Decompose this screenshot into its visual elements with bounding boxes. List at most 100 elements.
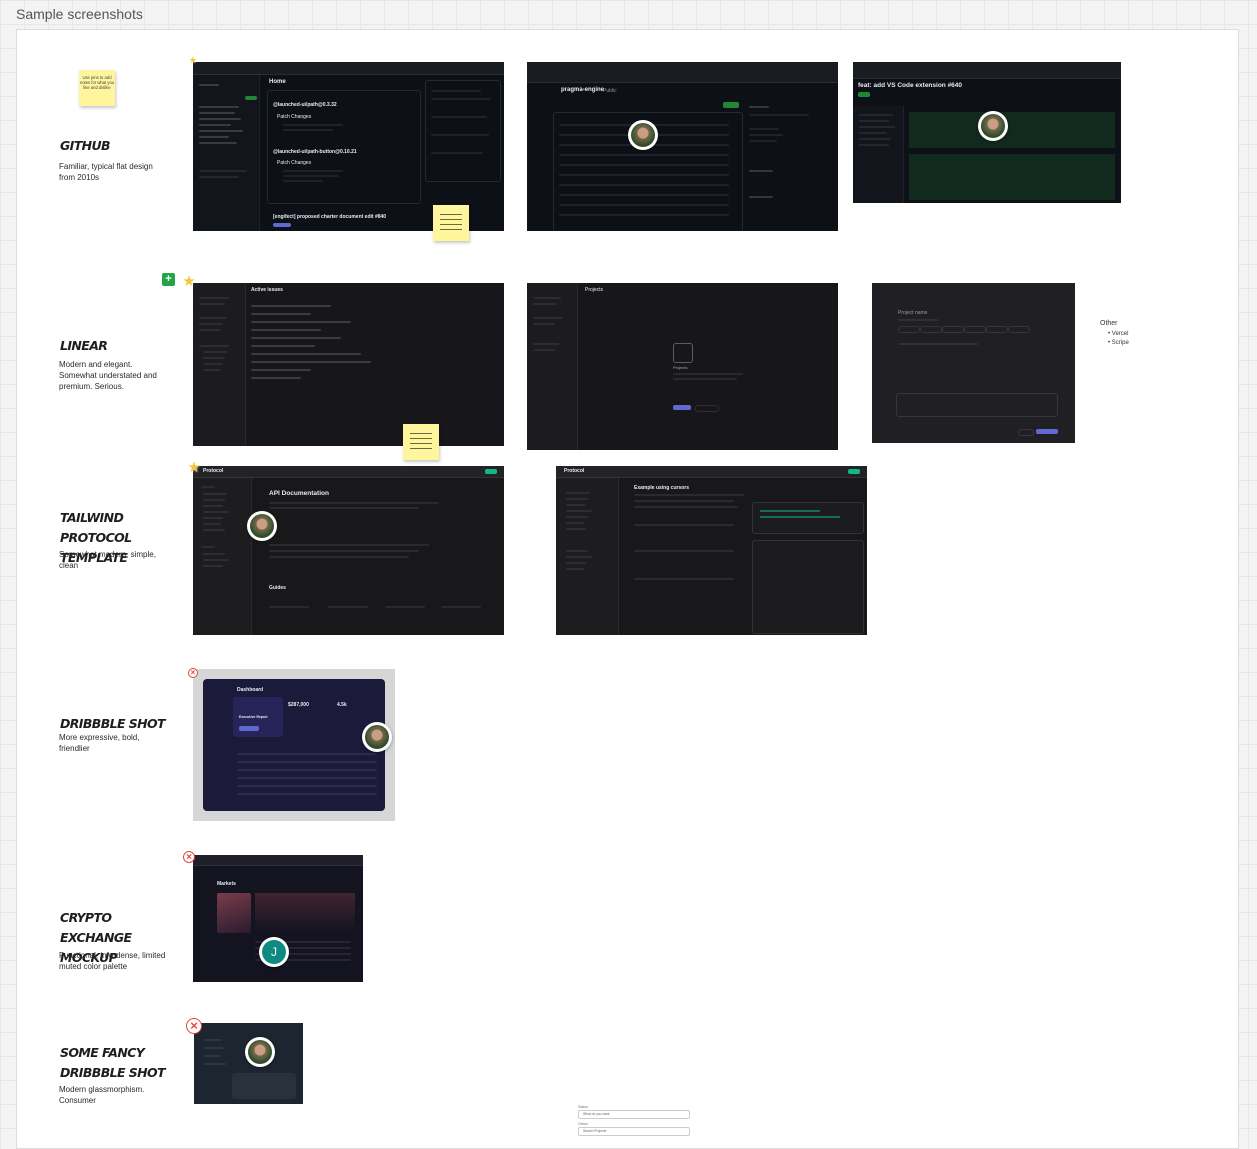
sidebar-item[interactable] [203,357,225,359]
brand-name[interactable]: Protocol [203,468,223,474]
instruction-sticky-note[interactable]: Use pins to add notes for what you like … [79,70,115,106]
plus-icon[interactable]: + [162,273,175,286]
table-row[interactable] [237,777,377,779]
sidebar-item[interactable] [566,504,586,506]
tree-item[interactable] [859,126,895,128]
screenshot-tailwind-pagination[interactable]: Protocol Example using cursors [556,466,867,635]
sidebar-item[interactable] [203,499,225,501]
sidebar-item[interactable] [566,498,588,500]
sidebar-item[interactable] [566,550,588,552]
comment-avatar[interactable] [247,511,277,541]
file-row[interactable] [559,164,729,166]
property-chip[interactable] [898,326,920,333]
sidebar-item[interactable] [566,510,592,512]
featured-card[interactable] [217,893,251,933]
sidebar-item[interactable] [203,369,221,371]
table-row[interactable] [237,761,377,763]
sign-in-button[interactable] [848,469,860,474]
sidebar-item[interactable] [203,505,223,507]
sidebar-item[interactable] [203,517,223,519]
sidebar-item[interactable] [199,323,223,325]
cancel-button[interactable] [1018,429,1034,436]
tree-item[interactable] [859,144,889,146]
sticky-note[interactable] [433,205,469,241]
issue-row[interactable] [251,361,371,363]
x-circle-icon[interactable]: × [183,851,195,863]
comment-avatar[interactable]: J [259,937,289,967]
sidebar-item[interactable] [566,528,586,530]
sticky-note[interactable] [403,424,439,460]
sidebar-item[interactable] [199,297,229,299]
screenshot-tailwind-api[interactable]: Protocol API Documentation Guides [193,466,504,635]
table-row[interactable] [237,769,377,771]
sidebar-item[interactable] [203,351,227,353]
sidebar-item[interactable] [204,1047,224,1049]
comment-avatar[interactable] [628,120,658,150]
file-row[interactable] [559,204,729,206]
issue-row[interactable] [251,369,311,371]
sidebar-item[interactable] [203,523,221,525]
sidebar-item[interactable] [203,363,223,365]
comment-avatar[interactable] [978,111,1008,141]
create-project-button[interactable] [1036,429,1058,434]
sidebar-item[interactable] [533,317,563,319]
sidebar-item[interactable] [201,486,215,488]
new-button[interactable] [245,96,257,100]
file-row[interactable] [559,154,729,156]
property-chip[interactable] [920,326,942,333]
tree-item[interactable] [859,114,893,116]
star-icon[interactable]: ★ [186,460,202,476]
issue-row[interactable] [251,313,311,315]
sidebar-item[interactable] [566,562,586,564]
sidebar-item[interactable] [203,529,225,531]
tree-item[interactable] [859,120,889,122]
sign-in-button[interactable] [485,469,497,474]
file-row[interactable] [559,194,729,196]
sidebar-item[interactable] [199,345,229,347]
dropdown-select[interactable]: What do you want [578,1110,690,1119]
sidebar-item[interactable] [204,1063,226,1065]
sidebar-item[interactable] [203,553,225,555]
comment-avatar[interactable] [245,1037,275,1067]
issue-row[interactable] [251,353,361,355]
comment-avatar[interactable] [362,722,392,752]
pr-title[interactable]: [engifect] proposed charter document edi… [273,214,386,220]
issue-row[interactable] [251,305,331,307]
guide-card[interactable] [328,606,368,608]
property-chip[interactable] [1008,326,1030,333]
issue-row[interactable] [251,321,351,323]
sidebar-item[interactable] [533,343,559,345]
sidebar-item[interactable] [203,511,229,513]
sidebar-item[interactable] [533,303,557,305]
star-icon[interactable]: ★ [181,274,197,290]
guide-card[interactable] [385,606,425,608]
screenshot-linear-projects[interactable]: Projects Projects [527,283,838,450]
sidebar-item[interactable] [199,329,221,331]
file-row[interactable] [559,214,729,216]
tree-item[interactable] [859,138,891,140]
sidebar-item[interactable] [566,568,584,570]
sidebar-item[interactable] [566,492,590,494]
code-button[interactable] [723,102,739,108]
sidebar-item[interactable] [199,317,227,319]
table-row[interactable] [237,793,377,795]
x-circle-icon[interactable]: × [188,668,198,678]
sidebar-item[interactable] [533,349,555,351]
sidebar-item[interactable] [204,1055,220,1057]
table-row[interactable] [237,785,377,787]
screenshot-fancy-dribbble[interactable] [194,1023,303,1104]
star-icon[interactable]: ★ [185,52,201,68]
sidebar-item[interactable] [203,559,229,561]
issue-row[interactable] [251,337,341,339]
sidebar-item[interactable] [533,297,561,299]
issue-row[interactable] [251,377,301,379]
sidebar-item[interactable] [203,493,227,495]
create-project-button[interactable] [673,405,691,410]
screenshot-linear-issues[interactable]: Active issues [193,283,504,446]
screenshot-github-repo[interactable]: pragma-engine Public [527,62,838,231]
sidebar-item[interactable] [201,546,215,548]
property-chip[interactable] [942,326,964,333]
report-button[interactable] [239,726,259,731]
documentation-button[interactable] [695,405,719,412]
sidebar-item[interactable] [566,516,588,518]
